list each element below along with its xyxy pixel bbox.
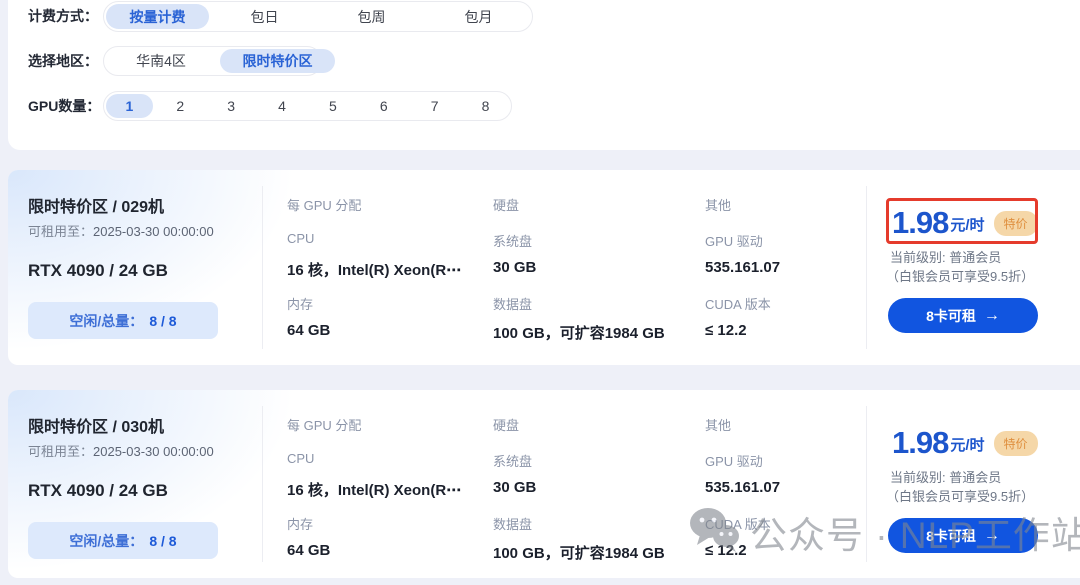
gpu-offer-card-030: 限时特价区 / 030机 可租用至：2025-03-30 00:00:00 RT… bbox=[8, 390, 1080, 578]
spec-value: 535.161.07 bbox=[705, 259, 780, 276]
spec-value: 64 GB bbox=[287, 322, 330, 339]
rent-button[interactable]: 8卡可租 → bbox=[888, 518, 1038, 553]
availability-pill: 空闲/总量：8 / 8 bbox=[28, 522, 218, 559]
rent-until: 可租用至：2025-03-30 00:00:00 bbox=[28, 441, 214, 460]
price-unit: 元/时 bbox=[950, 434, 984, 455]
spec-value: 100 GB，可扩容1984 GB bbox=[493, 542, 665, 563]
column-header: 硬盘 bbox=[493, 415, 519, 434]
arrow-right-icon: → bbox=[984, 307, 1000, 325]
filter-panel: 计费方式： 按量计费 包日 包周 包月 选择地区： 华南4区 限时特价区 GPU… bbox=[8, 0, 1080, 150]
spec-label: CPU bbox=[287, 231, 314, 246]
price-amount: 1.98 bbox=[892, 203, 948, 243]
gpu-count-label: GPU数量： bbox=[28, 91, 100, 121]
billing-method-label: 计费方式： bbox=[28, 1, 98, 32]
machine-title: 限时特价区 / 029机 bbox=[28, 193, 164, 217]
gpu-count-option-4[interactable]: 4 bbox=[259, 94, 306, 118]
gpu-count-option-2[interactable]: 2 bbox=[157, 94, 204, 118]
price-row: 1.98 元/时 特价 bbox=[892, 203, 1038, 243]
member-level-line: 当前级别: 普通会员 bbox=[890, 467, 1001, 486]
card-divider bbox=[866, 406, 867, 562]
column-header: 每 GPU 分配 bbox=[287, 195, 361, 214]
spec-value: 16 核，Intel(R) Xeon(R⋯ bbox=[287, 259, 461, 280]
spec-label: 数据盘 bbox=[493, 294, 532, 313]
spec-label: 系统盘 bbox=[493, 451, 532, 470]
column-header: 硬盘 bbox=[493, 195, 519, 214]
rent-button-label: 8卡可租 bbox=[926, 306, 976, 326]
spec-label: CPU bbox=[287, 451, 314, 466]
region-label: 选择地区： bbox=[28, 46, 98, 76]
billing-option-pay-as-you-go[interactable]: 按量计费 bbox=[106, 4, 209, 29]
rent-button-label: 8卡可租 bbox=[926, 526, 976, 546]
gpu-offer-card-029: 限时特价区 / 029机 可租用至：2025-03-30 00:00:00 RT… bbox=[8, 170, 1080, 365]
spec-label: 内存 bbox=[287, 294, 313, 313]
gpu-count-option-6[interactable]: 6 bbox=[360, 94, 407, 118]
member-discount-line: （白银会员可享受9.5折） bbox=[886, 486, 1034, 505]
gpu-count-option-7[interactable]: 7 bbox=[411, 94, 458, 118]
gpu-count-option-1[interactable]: 1 bbox=[106, 94, 153, 118]
price-row: 1.98 元/时 特价 bbox=[892, 423, 1038, 463]
region-group: 华南4区 限时特价区 bbox=[103, 46, 322, 76]
column-header: 每 GPU 分配 bbox=[287, 415, 361, 434]
price-amount: 1.98 bbox=[892, 423, 948, 463]
spec-value: ≤ 12.2 bbox=[705, 542, 747, 559]
billing-option-weekly[interactable]: 包周 bbox=[320, 4, 423, 29]
member-level-line: 当前级别: 普通会员 bbox=[890, 247, 1001, 266]
gpu-count-option-8[interactable]: 8 bbox=[462, 94, 509, 118]
spec-label: 内存 bbox=[287, 514, 313, 533]
gpu-model: RTX 4090 / 24 GB bbox=[28, 261, 168, 281]
billing-method-group: 按量计费 包日 包周 包月 bbox=[103, 1, 533, 32]
spec-value: 30 GB bbox=[493, 479, 536, 496]
price-unit: 元/时 bbox=[950, 214, 984, 235]
spec-label: CUDA 版本 bbox=[705, 514, 771, 533]
spec-value: 535.161.07 bbox=[705, 479, 780, 496]
special-price-badge: 特价 bbox=[994, 211, 1038, 236]
gpu-count-option-3[interactable]: 3 bbox=[208, 94, 255, 118]
special-price-badge: 特价 bbox=[994, 431, 1038, 456]
member-discount-line: （白银会员可享受9.5折） bbox=[886, 266, 1034, 285]
spec-label: GPU 驱动 bbox=[705, 451, 763, 470]
spec-label: GPU 驱动 bbox=[705, 231, 763, 250]
gpu-count-group: 1 2 3 4 5 6 7 8 bbox=[103, 91, 512, 121]
machine-title: 限时特价区 / 030机 bbox=[28, 413, 164, 437]
billing-option-daily[interactable]: 包日 bbox=[213, 4, 316, 29]
spec-label: 数据盘 bbox=[493, 514, 532, 533]
spec-value: 30 GB bbox=[493, 259, 536, 276]
spec-value: 64 GB bbox=[287, 542, 330, 559]
spec-label: 系统盘 bbox=[493, 231, 532, 250]
column-header: 其他 bbox=[705, 195, 731, 214]
gpu-count-option-5[interactable]: 5 bbox=[310, 94, 357, 118]
spec-value: ≤ 12.2 bbox=[705, 322, 747, 339]
region-option-limited-special[interactable]: 限时特价区 bbox=[220, 49, 335, 73]
region-option-south-china-4[interactable]: 华南4区 bbox=[106, 49, 216, 73]
spec-value: 100 GB，可扩容1984 GB bbox=[493, 322, 665, 343]
column-header: 其他 bbox=[705, 415, 731, 434]
card-divider bbox=[262, 186, 263, 349]
spec-label: CUDA 版本 bbox=[705, 294, 771, 313]
gpu-model: RTX 4090 / 24 GB bbox=[28, 481, 168, 501]
rent-until: 可租用至：2025-03-30 00:00:00 bbox=[28, 221, 214, 240]
rent-button[interactable]: 8卡可租 → bbox=[888, 298, 1038, 333]
card-divider bbox=[866, 186, 867, 349]
spec-value: 16 核，Intel(R) Xeon(R⋯ bbox=[287, 479, 461, 500]
arrow-right-icon: → bbox=[984, 527, 1000, 545]
card-divider bbox=[262, 406, 263, 562]
billing-option-monthly[interactable]: 包月 bbox=[427, 4, 530, 29]
availability-pill: 空闲/总量：8 / 8 bbox=[28, 302, 218, 339]
